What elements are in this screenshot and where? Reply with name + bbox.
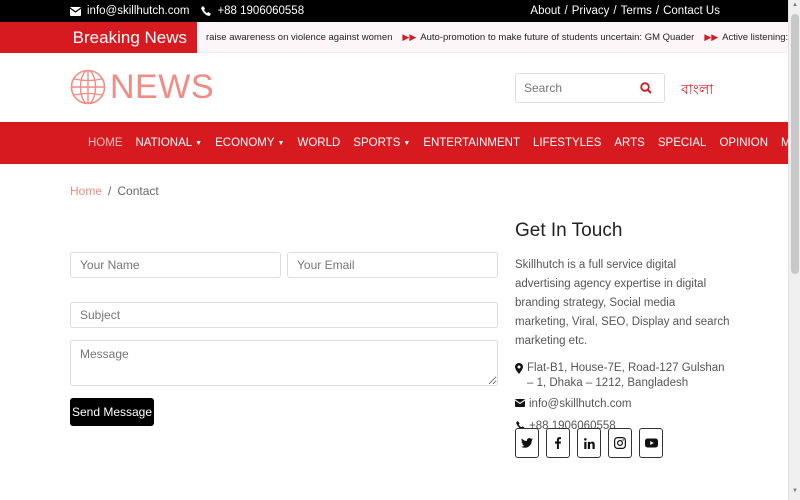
ticker-item-text: Auto-promotion to make future of student… xyxy=(420,32,695,43)
instagram-icon[interactable] xyxy=(608,428,632,458)
site-logo[interactable]: NEWS xyxy=(70,65,214,109)
address-text: Flat-B1, House-7E, Road-127 Gulshan – 1,… xyxy=(527,362,725,389)
phone-icon xyxy=(201,6,212,16)
map-marker-icon xyxy=(515,361,523,374)
double-arrow-icon: ▶▶ xyxy=(402,32,417,42)
language-toggle[interactable]: বাংলা xyxy=(681,78,713,102)
get-in-touch-panel: Get In Touch Skillhutch is a full servic… xyxy=(515,220,730,434)
topbar-links: About / Privacy / Terms / Contact Us xyxy=(530,0,720,22)
link-privacy[interactable]: Privacy xyxy=(572,5,610,17)
envelope-icon xyxy=(515,397,525,407)
nav-item-entertainment[interactable]: ENTERTAINMENT xyxy=(423,137,520,149)
topbar-phone[interactable]: +88 1906060558 xyxy=(201,5,304,17)
logo-text: NEWS xyxy=(110,67,214,106)
nav-item-arts[interactable]: ARTS xyxy=(614,137,644,149)
envelope-icon xyxy=(70,6,81,16)
subject-field[interactable] xyxy=(70,302,498,328)
name-field[interactable] xyxy=(70,252,281,278)
link-about[interactable]: About xyxy=(530,5,560,17)
page-scrollbar[interactable]: ▲ ▼ xyxy=(788,0,800,500)
nav-item-opinion[interactable]: OPINION xyxy=(719,137,768,149)
nav-item-sports[interactable]: SPORTS ▼ xyxy=(353,137,410,149)
breadcrumb-separator: / xyxy=(108,184,112,198)
social-links xyxy=(515,428,663,458)
nav-item-label: ECONOMY xyxy=(215,137,275,149)
topbar-email[interactable]: info@skillhutch.com xyxy=(70,5,189,17)
ticker-item[interactable]: raise awareness on violence against wome… xyxy=(206,32,392,43)
link-terms[interactable]: Terms xyxy=(621,5,652,17)
scroll-up-arrow-icon[interactable]: ▲ xyxy=(791,2,799,12)
nav-item-label: SPECIAL xyxy=(657,137,707,149)
linkedin-icon[interactable] xyxy=(577,428,601,458)
ticker-item[interactable]: ▶▶ Auto-promotion to make future of stude… xyxy=(402,32,694,43)
breaking-news-label: Breaking News xyxy=(0,22,197,53)
scrollbar-thumb[interactable] xyxy=(791,14,799,274)
site-header: NEWS বাংলা xyxy=(0,53,788,122)
caret-down-icon: ▼ xyxy=(403,139,411,147)
nav-item-economy[interactable]: ECONOMY ▼ xyxy=(215,137,284,149)
breaking-news-ticker: Breaking News raise awareness on violenc… xyxy=(0,22,800,53)
email-field[interactable] xyxy=(287,252,498,278)
link-separator: / xyxy=(613,5,617,17)
message-field[interactable] xyxy=(70,340,498,386)
globe-icon xyxy=(70,69,106,105)
topbar-email-text: info@skillhutch.com xyxy=(87,5,190,17)
breadcrumb-current: Contact xyxy=(117,184,159,198)
search-input[interactable] xyxy=(516,81,634,95)
company-description: Skillhutch is a full service digital adv… xyxy=(515,259,730,347)
ticker-items: raise awareness on violence against wome… xyxy=(206,22,800,53)
topbar-phone-text: +88 1906060558 xyxy=(217,5,305,17)
nav-item-label: ARTS xyxy=(614,137,645,149)
breadcrumb: Home / Contact xyxy=(70,184,159,198)
nav-item-label: ENTERTAINMENT xyxy=(423,137,520,149)
get-in-touch-title: Get In Touch xyxy=(515,220,623,241)
link-separator: / xyxy=(655,5,660,17)
link-contact-us[interactable]: Contact Us xyxy=(663,5,720,17)
nav-item-label: NATIONAL xyxy=(135,137,193,149)
nav-item-national[interactable]: NATIONAL ▼ xyxy=(136,137,203,149)
nav-item-label: WORLD xyxy=(297,137,341,149)
topbar-contact: info@skillhutch.com +88 1906060558 xyxy=(70,0,304,22)
search-icon[interactable] xyxy=(634,82,658,94)
nav-item-world[interactable]: WORLD xyxy=(297,137,340,149)
caret-down-icon: ▼ xyxy=(195,139,203,147)
twitter-icon[interactable] xyxy=(515,428,539,458)
breadcrumb-home[interactable]: Home xyxy=(70,184,102,198)
ticker-item[interactable]: ▶▶Active listening: a key trait xyxy=(704,32,800,43)
contact-email-text: info@skillhutch.com xyxy=(529,398,632,410)
caret-down-icon: ▼ xyxy=(277,139,285,147)
nav-item-label: OPINION xyxy=(719,137,768,149)
contact-email-row[interactable]: info@skillhutch.com xyxy=(515,397,730,412)
link-separator: / xyxy=(564,5,568,17)
facebook-icon[interactable] xyxy=(546,428,570,458)
ticker-item-text: raise awareness on violence against wome… xyxy=(206,32,393,43)
nav-list: HOME NATIONAL ▼ ECONOMY ▼ WORLD SPORTS ▼ ENTERTA… xyxy=(88,122,800,164)
nav-item-home[interactable]: HOME xyxy=(88,137,123,149)
nav-item-label: LIFESTYLES xyxy=(533,137,602,149)
nav-item-special[interactable]: SPECIAL xyxy=(658,137,707,149)
nav-item-label: SPORTS xyxy=(353,137,401,149)
scroll-down-arrow-icon[interactable]: ▼ xyxy=(791,488,799,498)
main-nav: HOME NATIONAL ▼ ECONOMY ▼ WORLD SPORTS ▼ ENTERTA… xyxy=(0,122,800,164)
double-arrow-icon: ▶▶ xyxy=(704,32,719,42)
address-row: Flat-B1, House-7E, Road-127 Gulshan – 1,… xyxy=(515,361,730,391)
nav-item-label: HOME xyxy=(88,137,123,149)
nav-item-lifestyles[interactable]: LIFESTYLES xyxy=(533,137,601,149)
send-message-button[interactable]: Send Message xyxy=(70,398,154,426)
youtube-icon[interactable] xyxy=(639,428,663,458)
search-box xyxy=(515,73,665,103)
top-bar: info@skillhutch.com +88 1906060558 About… xyxy=(0,0,788,22)
